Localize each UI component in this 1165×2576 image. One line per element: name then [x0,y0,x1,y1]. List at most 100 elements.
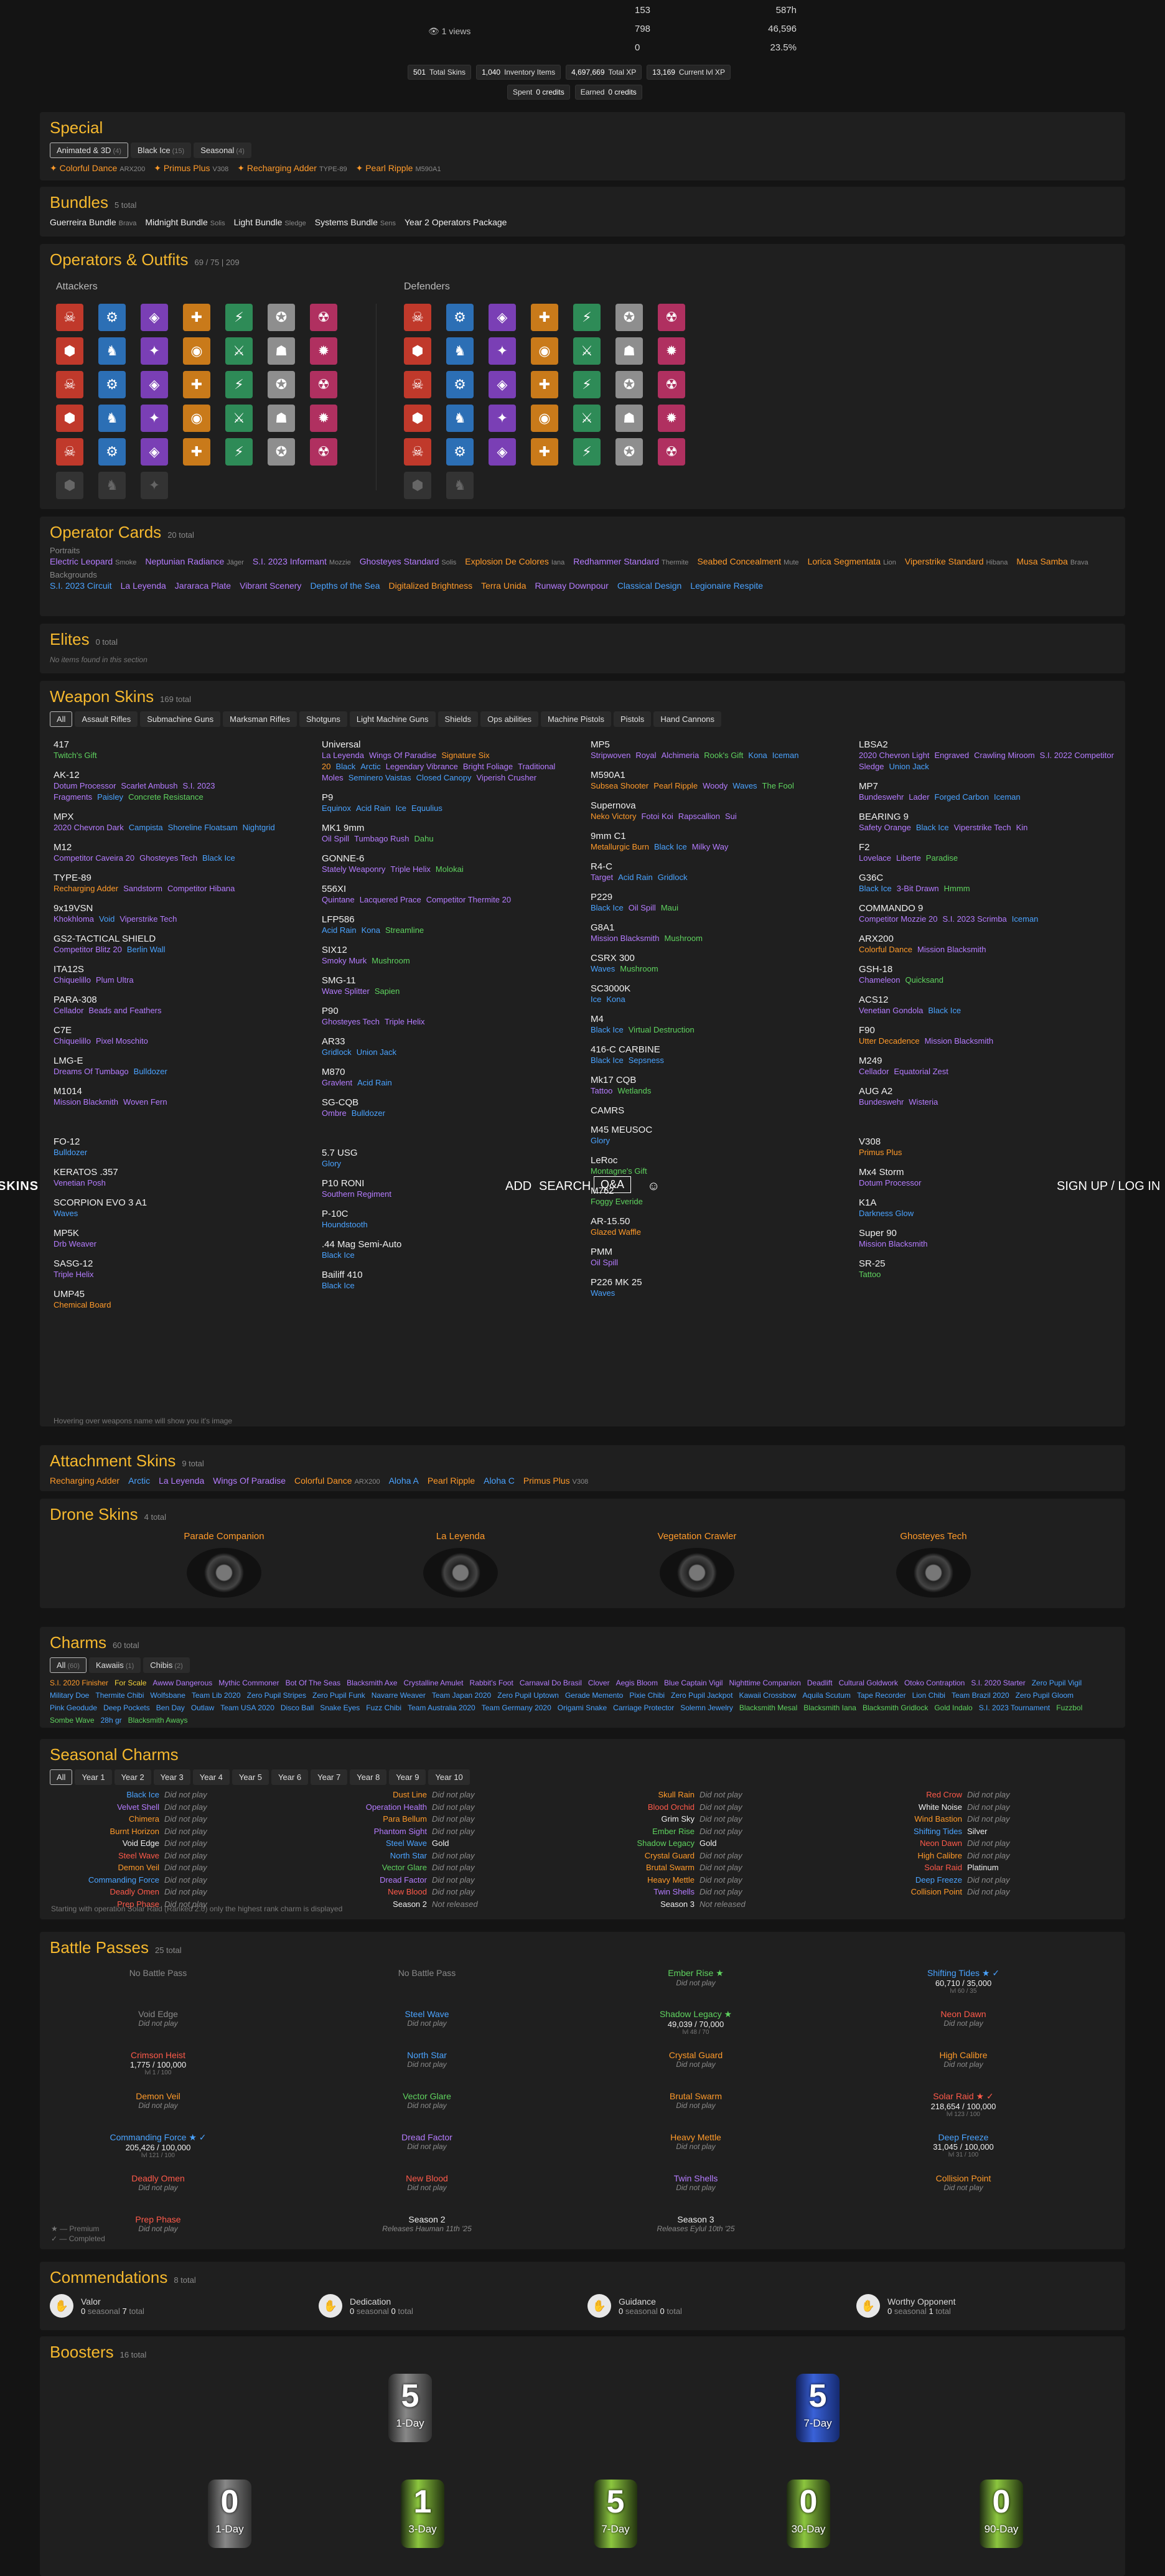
skin-name[interactable]: Milky Way [692,842,729,851]
skin-name[interactable]: Ghosteyes Tech [322,1017,380,1026]
skin-name[interactable]: Twitch's Gift [54,751,97,760]
charm-item[interactable]: Carnaval Do Brasil [520,1677,582,1689]
season-name[interactable]: Neon Dawn [880,1837,962,1850]
skin-name[interactable]: Quintane [322,895,355,904]
battle-pass[interactable]: Ember Rise ★ Did not play [634,1968,758,1987]
skin-name[interactable]: Paradise [926,853,958,863]
booster[interactable]: 5 7-Day [581,2480,650,2554]
weapon-name[interactable]: M1014 [54,1086,315,1097]
skin-name[interactable]: Sandstorm [123,884,162,893]
skin-name[interactable]: Waves [732,781,757,790]
card-background[interactable]: Classical Design [617,581,681,591]
skin-name[interactable]: Molokai [436,864,464,874]
operator-icon[interactable]: ✹ [658,405,685,432]
card-background[interactable]: Runway Downpour [535,581,609,591]
charm-tab[interactable]: Chibis (2) [143,1657,190,1673]
skin-name[interactable]: Gridlock [322,1047,352,1057]
charm-item[interactable]: Aegis Bloom [616,1677,658,1689]
weapon-name[interactable]: Universal [322,739,583,750]
year-tab[interactable]: All [50,1769,73,1785]
weapon-name[interactable]: P229 [591,892,852,902]
skin-name[interactable]: Chemical Board [54,1300,111,1309]
operator-icon[interactable]: ⬢ [56,405,83,432]
season-name[interactable]: Para Bellum [345,1813,427,1825]
skin-name[interactable]: Acid Rain [357,1078,392,1087]
battle-pass[interactable]: Heavy Mettle Did not play [634,2132,758,2151]
operator-icon[interactable]: ✚ [531,304,558,331]
weapon-name[interactable]: 9mm C1 [591,831,852,841]
charm-item[interactable]: Nighttime Companion [729,1677,800,1689]
skin-name[interactable]: Bulldozer [352,1108,385,1118]
charm-item[interactable]: 28h gr [101,1714,122,1726]
skin-name[interactable]: Forged Carbon [935,792,989,802]
charm-tab[interactable]: All (60) [50,1657,87,1673]
season-name[interactable]: Deadly Omen [77,1886,159,1898]
year-tab[interactable]: Year 6 [271,1769,309,1785]
skin-name[interactable]: Equinox [322,803,351,813]
skin-name[interactable]: Black Ice [928,1006,961,1015]
weapon-name[interactable]: CAMRS [591,1105,852,1116]
operator-icon[interactable]: ◉ [531,337,558,365]
skin-name[interactable]: Liberte [896,853,921,863]
skin-name[interactable]: Woody [703,781,728,790]
charm-item[interactable]: Outlaw [191,1702,214,1714]
operator-icon[interactable]: ✦ [141,337,168,365]
operator-icon[interactable]: ✚ [531,438,558,466]
weapon-name[interactable]: SG-CQB [322,1097,583,1108]
skin-name[interactable]: Black Ice [591,1025,624,1034]
skin-name[interactable]: Viperish Crusher [477,773,537,782]
nav-search[interactable]: SEARCH [539,1179,591,1194]
skin-name[interactable]: Royal [635,751,656,760]
skin-name[interactable]: Darkness Glow [859,1209,914,1218]
skin-name[interactable]: Ice [396,803,406,813]
booster[interactable]: 0 90-Day [967,2480,1036,2554]
booster[interactable]: 5 7-Day [784,2374,852,2448]
operator-icon[interactable]: ⚙ [98,371,126,398]
skin-name[interactable]: Primus Plus [859,1148,902,1157]
skin-name[interactable]: Equatorial Zest [894,1067,948,1076]
season-name[interactable]: Grim Sky [612,1813,695,1825]
skin-name[interactable]: Oil Spill [591,1258,618,1267]
skin-name[interactable]: Triple Helix [385,1017,425,1026]
skin-name[interactable]: Glory [591,1136,610,1145]
operator-icon[interactable]: ☠ [56,304,83,331]
season-name[interactable]: Skull Rain [612,1789,695,1801]
drone-card[interactable]: Ghosteyes Tech [884,1531,983,1598]
skin-name[interactable]: Black Ice [859,884,892,893]
weapon-name[interactable]: P-10C [322,1209,583,1219]
charm-item[interactable]: Otoko Contraption [904,1677,965,1689]
skin-name[interactable]: Competitor Thermite 20 [426,895,511,904]
operator-icon[interactable]: ✚ [531,371,558,398]
drone-card[interactable]: Vegetation Crawler [647,1531,747,1598]
skin-name[interactable]: La Leyenda [322,751,364,760]
battle-pass[interactable]: Shifting Tides ★ ✓ 60,710 / 35,000 lvl 60 … [901,1968,1026,1995]
weapon-name[interactable]: P226 MK 25 [591,1277,852,1288]
skin-name[interactable]: Mission Blacksmith [859,1239,928,1248]
skin-name[interactable]: Oil Spill [629,903,656,912]
season-name[interactable]: Season 3 [612,1898,695,1911]
skin-name[interactable]: Neko Victory [591,812,636,821]
skin-name[interactable]: Viperstrike Tech [954,823,1011,832]
weapon-name[interactable]: 556XI [322,884,583,894]
weapon-name[interactable]: 5.7 USG [322,1148,583,1158]
card-portrait[interactable]: Neptunian Radiance Jäger [145,556,243,566]
skin-name[interactable]: Dahu [414,834,433,843]
skin-name[interactable]: Waves [591,1288,615,1298]
charm-item[interactable]: S.I. 2020 Finisher [50,1677,108,1689]
battle-pass[interactable]: Prep Phase Did not play [96,2214,220,2233]
bundle-item[interactable]: Light Bundle Sledge [234,217,306,227]
charm-item[interactable]: Pixie Chibi [629,1689,665,1702]
weapon-name[interactable]: COMMANDO 9 [859,903,1120,914]
skin-name[interactable]: Black Ice [591,903,624,912]
operator-icon[interactable]: ✦ [141,472,168,499]
weapon-name[interactable]: MPX [54,812,315,822]
skin-name[interactable]: Recharging Adder [54,884,118,893]
attachment-skin[interactable]: La Leyenda [159,1476,204,1486]
weapon-tab[interactable]: Assault Rifles [75,711,138,727]
skin-name[interactable]: Shoreline Floatsam [168,823,238,832]
skin-name[interactable]: Mushroom [620,964,658,973]
charm-item[interactable]: Aquila Scutum [802,1689,850,1702]
operator-icon[interactable]: ✦ [141,405,168,432]
battle-pass[interactable]: Collision Point Did not play [901,2173,1026,2192]
skin-name[interactable]: Mushroom [372,956,409,965]
